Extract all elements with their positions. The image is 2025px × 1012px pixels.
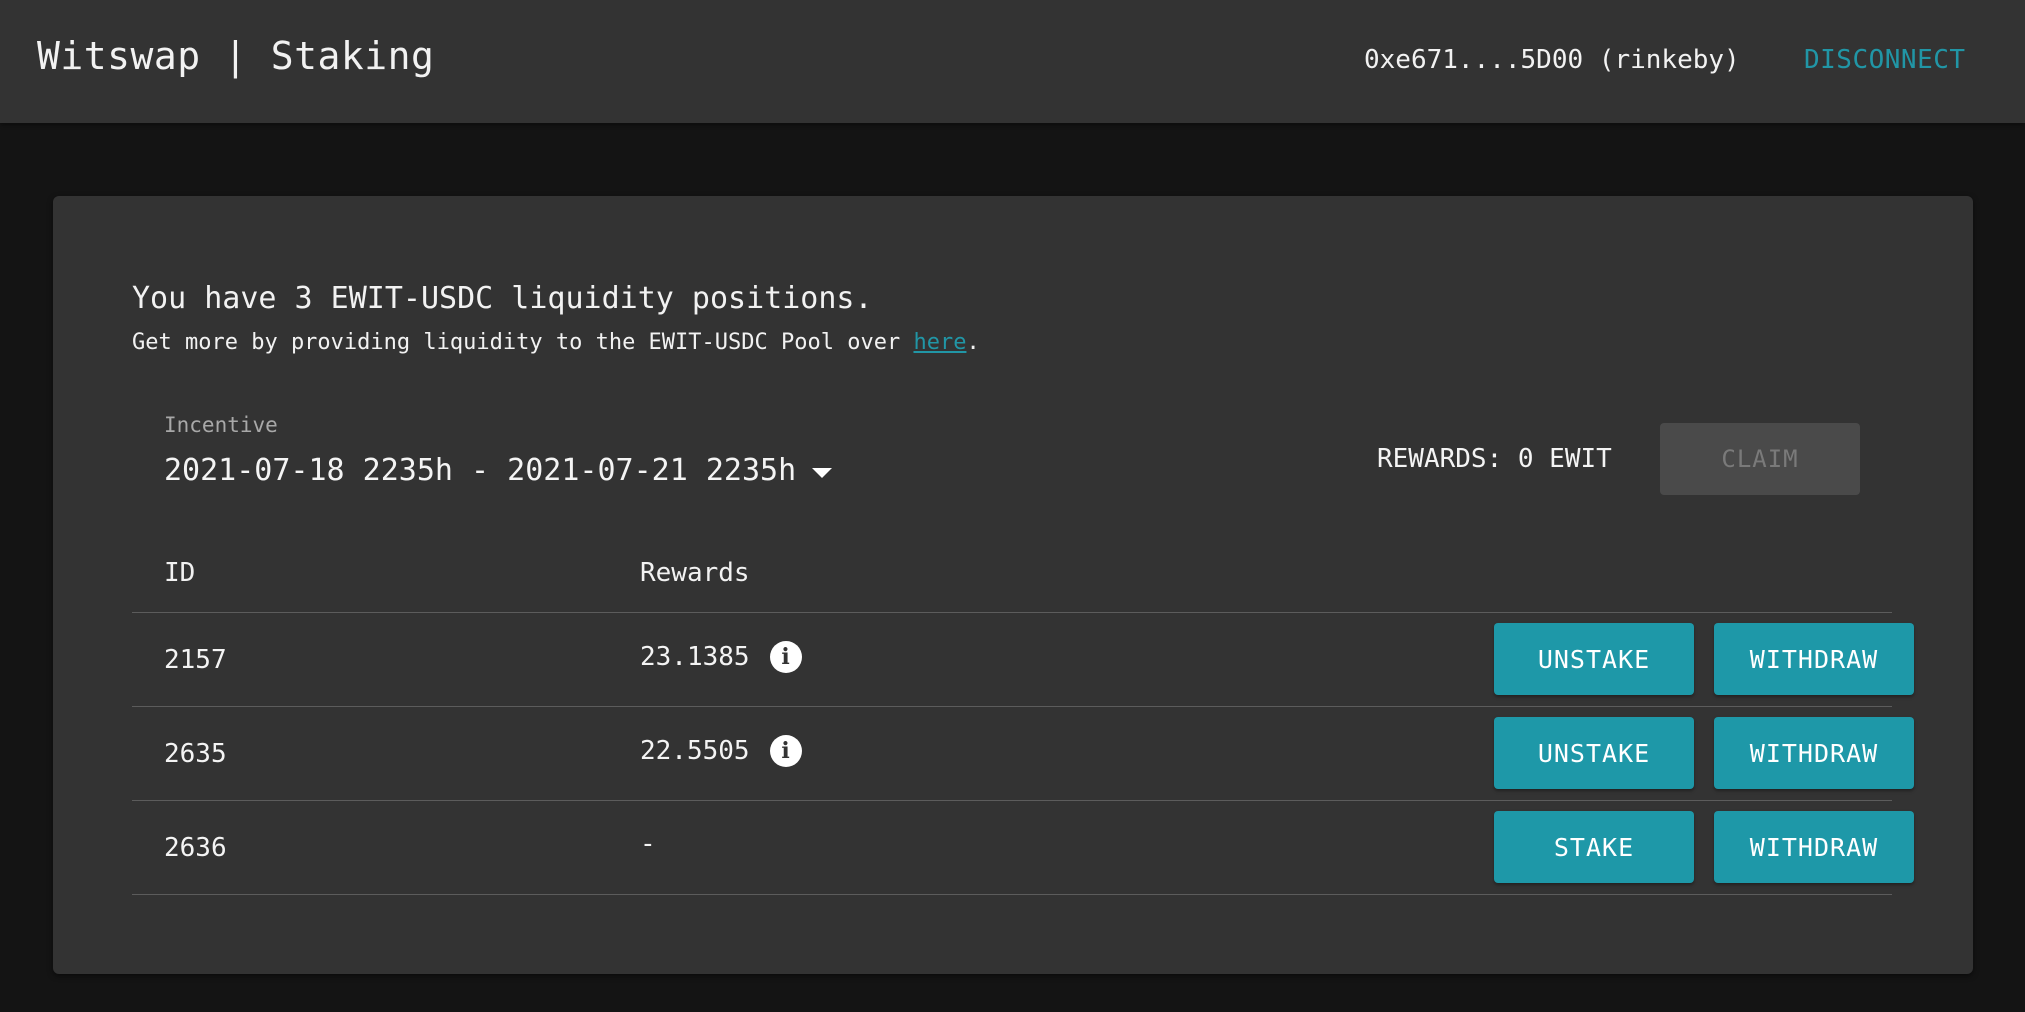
account-address: 0xe671....5D00 (rinkeby): [1364, 45, 1740, 75]
table-header: ID Rewards: [132, 536, 1892, 613]
subline-text: Get more by providing liquidity to the E…: [132, 330, 914, 355]
reward-value: 23.1385: [640, 642, 750, 672]
incentive-label: Incentive: [164, 413, 278, 437]
unstake-button[interactable]: UNSTAKE: [1494, 717, 1694, 789]
table-row: 2157 23.1385 i UNSTAKE WITHDRAW: [132, 613, 1914, 707]
pool-link[interactable]: here: [913, 330, 966, 355]
column-header-id: ID: [164, 558, 196, 588]
position-reward: -: [640, 829, 656, 859]
unstake-button[interactable]: UNSTAKE: [1494, 623, 1694, 695]
position-id: 2635: [164, 739, 227, 769]
column-header-rewards: Rewards: [640, 558, 750, 588]
incentive-select[interactable]: 2021-07-18 2235h - 2021-07-21 2235h: [164, 453, 833, 488]
positions-table: ID Rewards 2157 23.1385 i UNSTAKE WITHDR…: [132, 536, 1914, 895]
caret-down-icon: [812, 467, 833, 478]
incentive-selected-value: 2021-07-18 2235h - 2021-07-21 2235h: [164, 453, 797, 488]
info-icon[interactable]: i: [769, 735, 802, 767]
position-id: 2636: [164, 833, 227, 863]
reward-value: -: [640, 829, 656, 859]
disconnect-button[interactable]: DISCONNECT: [1804, 45, 1966, 75]
position-reward: 23.1385 i: [640, 641, 802, 673]
withdraw-button[interactable]: WITHDRAW: [1714, 623, 1914, 695]
subline-suffix: .: [966, 330, 980, 355]
app-title: Witswap | Staking: [37, 34, 435, 78]
withdraw-button[interactable]: WITHDRAW: [1714, 811, 1914, 883]
positions-headline: You have 3 EWIT-USDC liquidity positions…: [132, 281, 873, 316]
claim-button[interactable]: CLAIM: [1660, 423, 1860, 495]
reward-value: 22.5505: [640, 736, 750, 766]
position-id: 2157: [164, 645, 227, 675]
app-bar: Witswap | Staking 0xe671....5D00 (rinkeb…: [0, 0, 2025, 123]
stake-button[interactable]: STAKE: [1494, 811, 1694, 883]
staking-card: You have 3 EWIT-USDC liquidity positions…: [53, 196, 1973, 974]
table-row: 2636 - STAKE WITHDRAW: [132, 801, 1914, 895]
withdraw-button[interactable]: WITHDRAW: [1714, 717, 1914, 789]
rewards-total: REWARDS: 0 EWIT: [1377, 444, 1612, 474]
positions-subline: Get more by providing liquidity to the E…: [132, 330, 980, 355]
table-row: 2635 22.5505 i UNSTAKE WITHDRAW: [132, 707, 1914, 801]
position-reward: 22.5505 i: [640, 735, 802, 767]
info-icon[interactable]: i: [769, 641, 802, 673]
